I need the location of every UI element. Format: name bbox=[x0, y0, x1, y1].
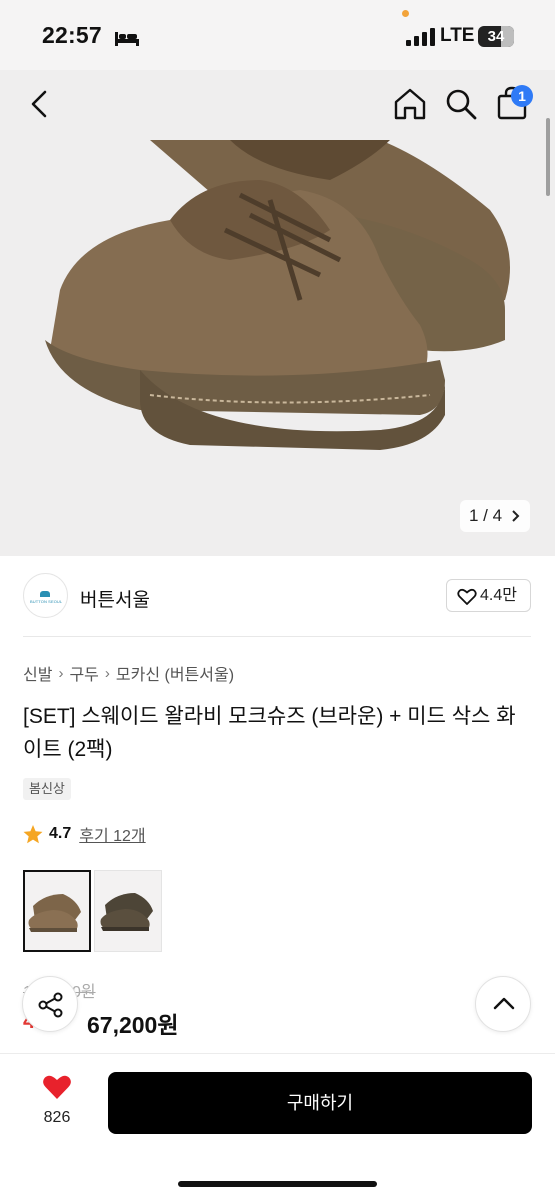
product-title: [SET] 스웨이드 왈라비 모크슈즈 (브라운) + 미드 삭스 화이트 (2… bbox=[23, 705, 516, 761]
battery-level: 34 bbox=[487, 28, 505, 45]
signal-bars-icon bbox=[406, 28, 435, 46]
breadcrumb-item[interactable]: 구두 bbox=[69, 661, 98, 685]
product-tag: 봄신상 bbox=[23, 778, 71, 800]
heart-filled-icon bbox=[43, 1075, 71, 1099]
product-image bbox=[45, 140, 510, 450]
wishlist-count: 826 bbox=[43, 1109, 71, 1126]
shop-logo[interactable]: BUTTON SEOUL bbox=[23, 573, 68, 618]
breadcrumb-item[interactable]: 모카신 (버튼서울) bbox=[116, 661, 234, 685]
option-thumbnail-dark[interactable] bbox=[94, 870, 162, 952]
network-type: LTE bbox=[440, 25, 475, 46]
sleep-bed-icon bbox=[115, 32, 139, 46]
shop-like-button[interactable]: 4.4만 bbox=[446, 579, 531, 612]
product-image-gallery[interactable] bbox=[0, 70, 555, 556]
thumbnail-image bbox=[100, 893, 153, 931]
thumbnail-image bbox=[28, 894, 81, 932]
option-thumbnail-brown[interactable] bbox=[23, 870, 91, 952]
status-time: 22:57 bbox=[42, 22, 102, 48]
wishlist-button[interactable]: 826 bbox=[33, 1074, 81, 1127]
chevron-right-icon: › bbox=[58, 664, 64, 682]
share-button[interactable] bbox=[22, 976, 78, 1032]
shop-name[interactable]: 버튼서울 bbox=[80, 585, 150, 612]
battery-icon: 34 bbox=[478, 26, 514, 47]
breadcrumb: 신발 › 구두 › 모카신 (버튼서울) bbox=[23, 661, 234, 685]
cart-count-badge: 1 bbox=[511, 85, 533, 107]
back-chevron-icon[interactable] bbox=[28, 90, 50, 118]
chevron-up-icon bbox=[493, 997, 515, 1010]
pager-text: 1 / 4 bbox=[469, 506, 503, 525]
shop-logo-text: BUTTON SEOUL bbox=[30, 599, 63, 604]
reviews-link[interactable]: 후기 12개 bbox=[79, 822, 145, 846]
gallery-pager[interactable]: 1 / 4 bbox=[460, 500, 530, 532]
sale-price: 67,200원 bbox=[87, 1012, 179, 1038]
rating-score: 4.7 bbox=[49, 825, 72, 842]
divider bbox=[23, 636, 531, 637]
breadcrumb-item[interactable]: 신발 bbox=[23, 661, 52, 685]
shop-like-count: 4.4만 bbox=[480, 587, 517, 604]
home-icon[interactable] bbox=[393, 87, 427, 121]
share-icon bbox=[38, 992, 63, 1018]
scrollbar[interactable] bbox=[546, 118, 550, 196]
heart-outline-icon bbox=[457, 588, 477, 605]
home-indicator[interactable] bbox=[178, 1181, 377, 1187]
scroll-to-top-button[interactable] bbox=[475, 976, 531, 1032]
search-icon[interactable] bbox=[445, 88, 477, 120]
chevron-right-icon: › bbox=[104, 664, 110, 682]
status-bar: 22:57 LTE 34 bbox=[0, 0, 555, 70]
chevron-right-icon bbox=[512, 510, 520, 522]
privacy-indicator-dot bbox=[402, 10, 409, 17]
rating-row: 4.7 후기 12개 bbox=[23, 822, 146, 846]
buy-button[interactable]: 구매하기 bbox=[108, 1072, 532, 1134]
star-icon bbox=[23, 824, 43, 843]
